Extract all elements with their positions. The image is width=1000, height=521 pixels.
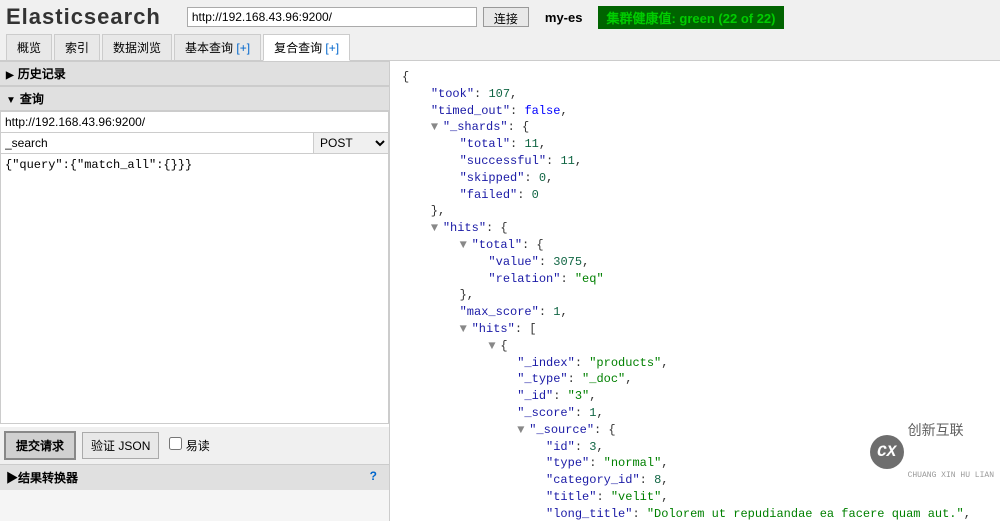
result-transformer-header[interactable]: ▶结果转换器 — [6, 469, 78, 486]
tab-browse[interactable]: 数据浏览 — [102, 34, 172, 60]
watermark-logo-icon: CX — [870, 435, 904, 469]
query-url-input[interactable] — [0, 111, 389, 133]
method-select[interactable]: POST — [314, 133, 389, 154]
query-body-textarea[interactable]: {"query":{"match_all":{}}} — [0, 154, 389, 424]
easy-read-checkbox[interactable]: 易读 — [169, 437, 209, 454]
endpoint-input[interactable] — [0, 133, 314, 154]
health-badge: 集群健康值: green (22 of 22) — [598, 6, 783, 29]
toggle-icon[interactable]: ▼ — [431, 119, 443, 136]
validate-json-button[interactable]: 验证 JSON — [82, 432, 159, 459]
tab-indices[interactable]: 索引 — [54, 34, 100, 60]
tab-bar: 概览 索引 数据浏览 基本查询 [+] 复合查询 [+] — [0, 34, 1000, 61]
plus-icon: [+] — [236, 41, 250, 55]
cluster-url-input[interactable] — [187, 7, 477, 27]
app-logo: Elasticsearch — [6, 4, 161, 30]
watermark: CX 创新互联 CHUANG XIN HU LIAN — [870, 389, 994, 515]
help-icon[interactable]: ? — [370, 469, 383, 486]
chevron-right-icon: ▶ — [6, 70, 14, 81]
query-panel: ▶历史记录 ▼查询 POST {"query":{"match_all":{}}… — [0, 61, 390, 521]
response-viewer: { "took": 107, "timed_out": false, ▼"_sh… — [390, 61, 1000, 521]
tab-overview[interactable]: 概览 — [6, 34, 52, 60]
header-bar: Elasticsearch 连接 my-es 集群健康值: green (22 … — [0, 0, 1000, 34]
toggle-icon[interactable]: ▼ — [460, 321, 472, 338]
toggle-icon[interactable]: ▼ — [431, 220, 443, 237]
submit-button[interactable]: 提交请求 — [4, 431, 76, 460]
connect-button[interactable]: 连接 — [483, 7, 529, 27]
tab-basic-query[interactable]: 基本查询 [+] — [174, 34, 261, 60]
chevron-down-icon: ▼ — [6, 95, 16, 106]
toggle-icon[interactable]: ▼ — [488, 338, 500, 355]
cluster-name: my-es — [545, 10, 583, 25]
tab-compound-query[interactable]: 复合查询 [+] — [263, 34, 350, 61]
history-section-header[interactable]: ▶历史记录 — [0, 61, 389, 86]
query-section-header[interactable]: ▼查询 — [0, 86, 389, 111]
toggle-icon[interactable]: ▼ — [460, 237, 472, 254]
chevron-right-icon: ▶ — [6, 471, 18, 485]
plus-icon: [+] — [325, 41, 339, 55]
toggle-icon[interactable]: ▼ — [517, 422, 529, 439]
